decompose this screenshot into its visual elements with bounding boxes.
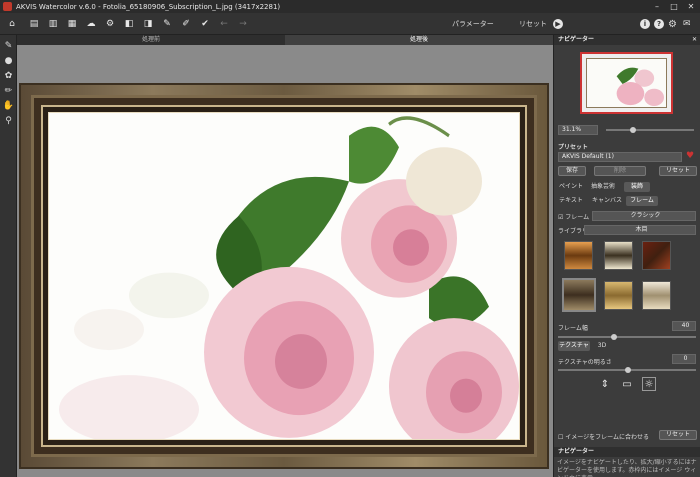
zoom-tool-icon[interactable]: ⚲ xyxy=(3,115,14,126)
toolbar-reset-link[interactable]: リセット xyxy=(519,13,547,35)
zoom-slider[interactable] xyxy=(606,129,694,131)
tab-before[interactable]: 処理前 xyxy=(17,35,285,45)
help-panel-header: ナビゲーター xyxy=(554,447,700,457)
frame-swatch-1[interactable] xyxy=(564,241,593,270)
run-play-icon[interactable]: ▶ xyxy=(553,19,563,29)
navigator-thumbnail[interactable] xyxy=(580,52,673,114)
main-toolbar: ⌂ ▤ ▥ ▦ ☁ ⚙ ◧ ◨ ✎ ✐ ✔ ← → xyxy=(0,13,700,35)
frame-swatch-selected[interactable] xyxy=(562,278,596,312)
info-button-wrap: i xyxy=(640,13,650,35)
settings-gear-icon[interactable]: ⚙ xyxy=(668,13,677,35)
import-preset-icon[interactable]: ◧ xyxy=(122,17,136,31)
fit-image-checkbox[interactable]: ☐ イメージをフレームに合わせる xyxy=(558,432,649,441)
tools-bar: ✎ ● ✿ ✏ ✋ ⚲ xyxy=(0,35,17,477)
frame-checkbox[interactable]: ☑ フレーム xyxy=(558,212,589,221)
zoom-slider-knob[interactable] xyxy=(630,127,636,133)
library-select[interactable]: 木目 xyxy=(584,225,696,235)
image-canvas[interactable] xyxy=(17,45,553,477)
export-preset-icon[interactable]: ◨ xyxy=(141,17,155,31)
frame-middle xyxy=(31,95,537,457)
fit-image-label: イメージをフレームに合わせる xyxy=(565,434,649,441)
canvas-settings-icon[interactable]: ✎ xyxy=(160,17,174,31)
tab-decoration[interactable]: 装飾 xyxy=(624,182,650,192)
minimize-button[interactable]: – xyxy=(648,0,666,13)
batch-icon[interactable]: ⚙ xyxy=(103,17,117,31)
close-button[interactable]: ✕ xyxy=(682,0,700,13)
run-button-wrap: ▶ xyxy=(553,13,563,35)
frame-swatch-6[interactable] xyxy=(642,281,671,310)
frame-inner xyxy=(41,105,527,447)
processed-photo xyxy=(48,112,520,440)
redo-icon[interactable]: → xyxy=(236,17,250,31)
print-icon[interactable]: ▦ xyxy=(65,17,79,31)
tab-texture[interactable]: テクスチャ xyxy=(558,341,590,351)
frame-style-select[interactable]: クラシック xyxy=(592,211,696,221)
frame-swatch-3[interactable] xyxy=(642,241,671,270)
settings-panel: ナビゲーター ✕ 31.1% プリセット AKVIS Default (1) ♥… xyxy=(553,35,700,477)
parameters-link[interactable]: パラメーター xyxy=(452,13,494,35)
share-icon[interactable]: ☁ xyxy=(84,17,98,31)
tab-paint[interactable]: ペイント xyxy=(558,182,584,192)
watercolor-roses-image xyxy=(49,113,519,439)
texture-brightness-label: テクスチャの明るさ xyxy=(558,359,612,366)
preset-delete-button[interactable]: 削除 xyxy=(594,166,646,176)
flip-vertical-icon[interactable]: ⇕ xyxy=(598,377,612,391)
maximize-button[interactable]: □ xyxy=(665,0,683,13)
run-check-icon[interactable]: ✔ xyxy=(198,17,212,31)
subtab-frame[interactable]: フレーム xyxy=(626,196,658,206)
frame-width-input[interactable]: 40 xyxy=(672,321,696,331)
preset-select[interactable]: AKVIS Default (1) xyxy=(558,152,682,162)
help-icon[interactable]: ? xyxy=(654,19,664,29)
frame-outer xyxy=(19,83,549,469)
help-text: イメージをナビゲートしたり、拡大/縮小するにはナビゲーターを使用します。赤枠内に… xyxy=(557,459,697,477)
subtab-canvas[interactable]: キャンバス xyxy=(591,196,623,206)
frame-width-knob[interactable] xyxy=(611,334,617,340)
tab-after[interactable]: 処理後 xyxy=(285,35,553,45)
presets-title: プリセット xyxy=(558,144,589,151)
frame-reset-button[interactable]: リセット xyxy=(659,430,697,440)
undo-icon[interactable]: ← xyxy=(217,17,231,31)
frame-swatch-2[interactable] xyxy=(604,241,633,270)
navigator-roses-icon xyxy=(587,59,666,107)
view-tabs: 処理前 処理後 xyxy=(17,35,553,45)
paint-settings-icon[interactable]: ✐ xyxy=(179,17,193,31)
brush-tool-icon[interactable]: ✎ xyxy=(3,40,14,51)
home-icon[interactable]: ⌂ xyxy=(5,17,19,31)
pencil-tool-icon[interactable]: ✏ xyxy=(3,85,14,96)
book-mirror-icon[interactable]: ▭ xyxy=(620,377,634,391)
frame-width-slider[interactable] xyxy=(558,336,696,338)
frame-width-label: フレーム幅 xyxy=(558,325,588,332)
tab-abstract[interactable]: 抽象芸術 xyxy=(587,182,619,192)
hand-tool-icon[interactable]: ✋ xyxy=(3,100,14,111)
app-logo-icon xyxy=(3,2,12,11)
notification-icon[interactable]: ✉ xyxy=(683,13,691,35)
drop-tool-icon[interactable]: ● xyxy=(3,55,14,66)
help-button-wrap: ? xyxy=(654,13,664,35)
light-sun-icon[interactable]: ☼ xyxy=(642,377,656,391)
frame-checkbox-label: フレーム xyxy=(565,214,590,221)
open-file-icon[interactable]: ▤ xyxy=(27,17,41,31)
title-bar: AKVIS Watercolor v.6.0 - Fotolia_6518090… xyxy=(0,0,700,13)
navigator-title: ナビゲーター xyxy=(558,36,595,43)
frame-swatch-5[interactable] xyxy=(604,281,633,310)
info-icon[interactable]: i xyxy=(640,19,650,29)
window-title: AKVIS Watercolor v.6.0 - Fotolia_6518090… xyxy=(16,2,281,11)
preset-reset-button[interactable]: リセット xyxy=(659,166,697,176)
tab-3d[interactable]: 3D xyxy=(594,341,610,351)
navigator-preview xyxy=(586,58,667,108)
favorite-heart-icon[interactable]: ♥ xyxy=(686,151,694,161)
texture-brightness-input[interactable]: 0 xyxy=(672,354,696,364)
save-file-icon[interactable]: ▥ xyxy=(46,17,60,31)
preset-save-button[interactable]: 保存 xyxy=(558,166,586,176)
stamp-tool-icon[interactable]: ✿ xyxy=(3,70,14,81)
panel-close-icon[interactable]: ✕ xyxy=(692,35,697,45)
texture-brightness-knob[interactable] xyxy=(625,367,631,373)
zoom-select[interactable]: 31.1% xyxy=(558,125,598,135)
navigator-panel-header: ナビゲーター ✕ xyxy=(554,35,700,45)
subtab-text[interactable]: テキスト xyxy=(558,196,584,206)
